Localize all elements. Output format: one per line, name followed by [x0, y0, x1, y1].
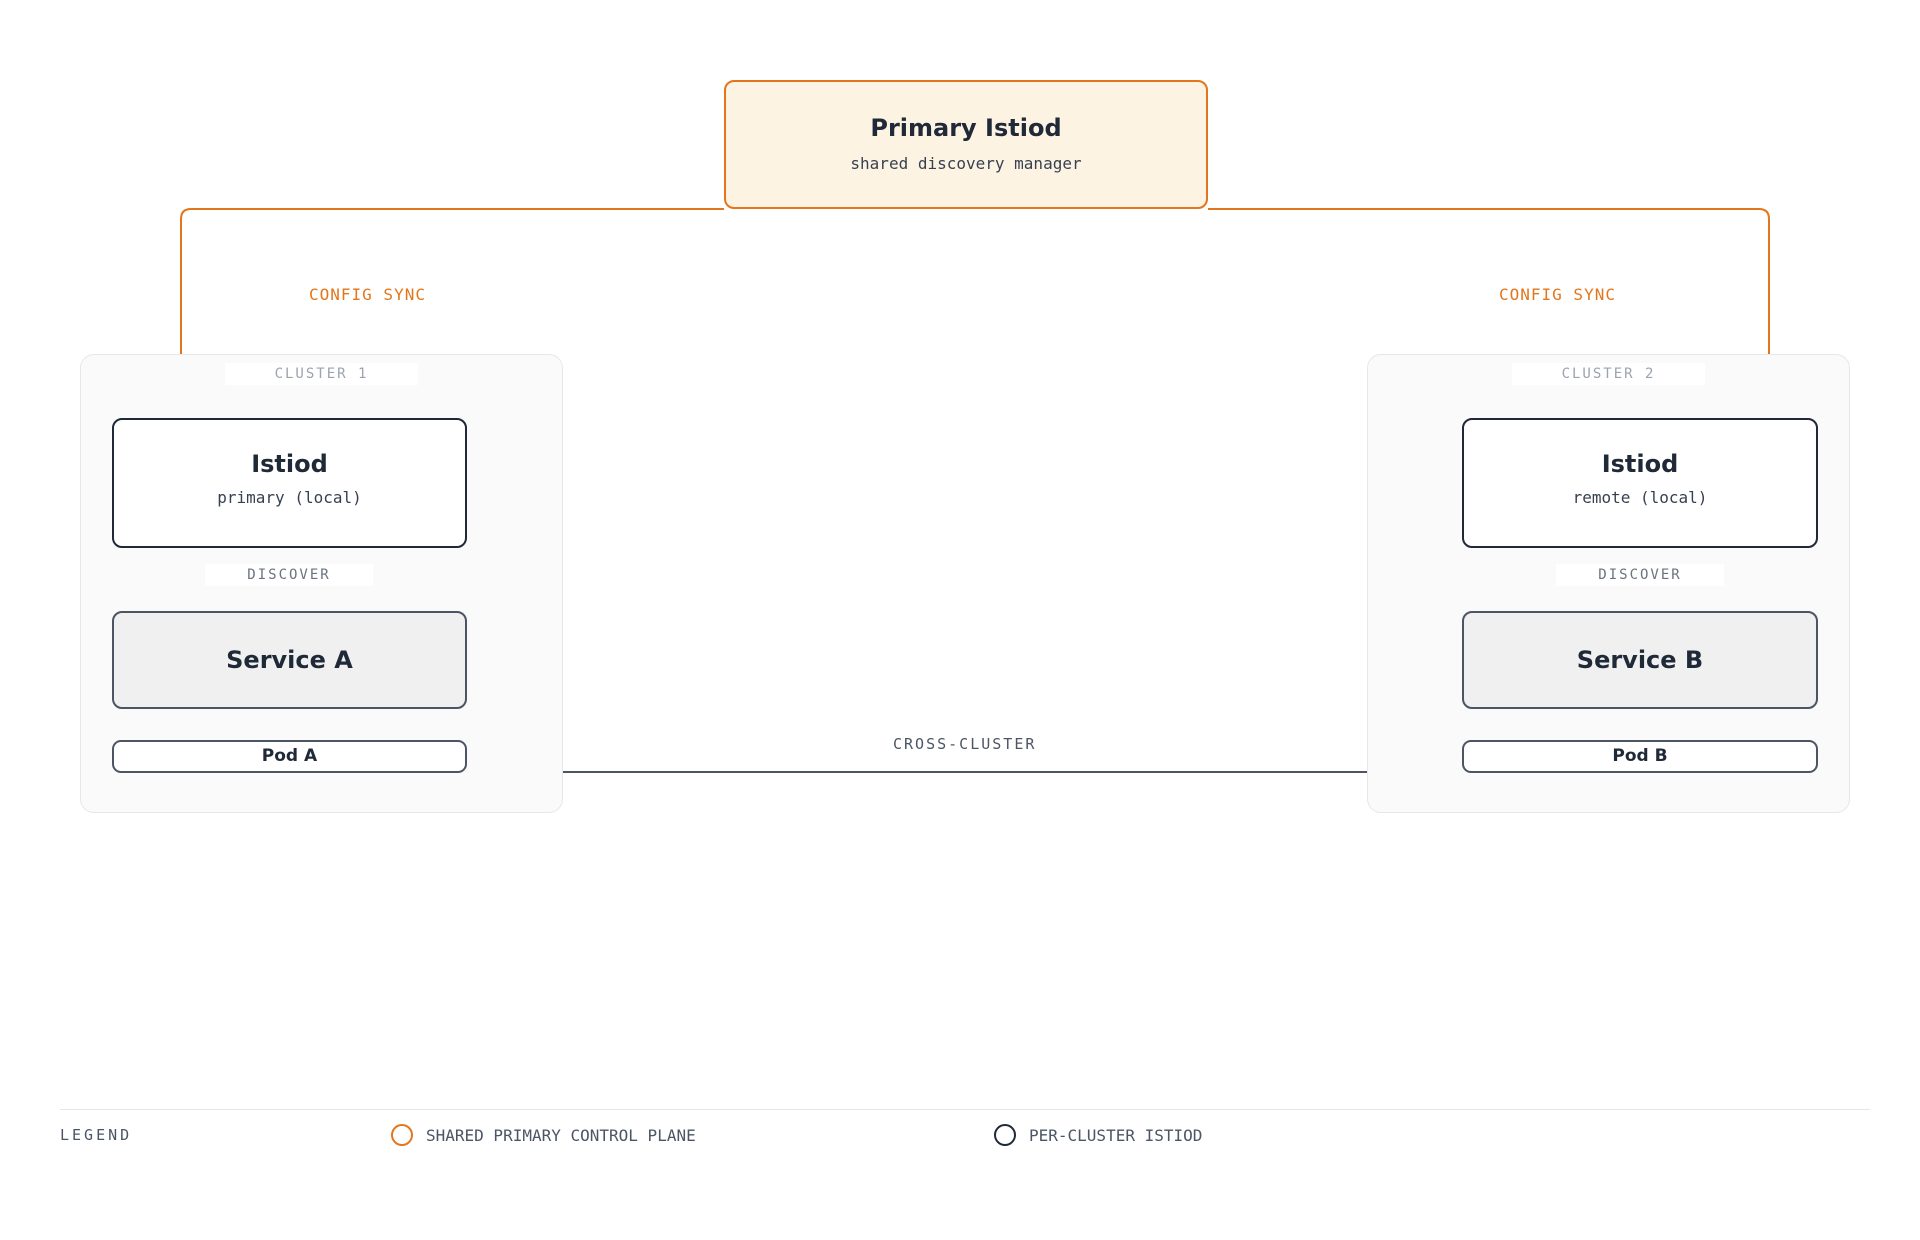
service-a-node[interactable]: Service A — [112, 611, 467, 709]
cluster-2-istiod-title: Istiod — [1601, 450, 1679, 478]
cluster-1-discover-label: DISCOVER — [205, 564, 373, 586]
primary-istiod-node[interactable]: Primary Istiod shared discovery manager — [724, 80, 1208, 209]
legend-divider — [60, 1109, 1870, 1110]
cluster-1-istiod-subtitle: primary (local) — [217, 488, 362, 507]
service-b-node[interactable]: Service B — [1462, 611, 1818, 709]
pod-a-node[interactable]: Pod A — [112, 740, 467, 773]
config-sync-label-left: CONFIG SYNC — [309, 285, 426, 304]
primary-istiod-title: Primary Istiod — [870, 114, 1062, 142]
legend-dark-circle-icon — [994, 1124, 1016, 1146]
cluster-1-istiod-node[interactable]: Istiod primary (local) — [112, 418, 467, 548]
cluster-2-discover-label: DISCOVER — [1556, 564, 1724, 586]
cluster-1-istiod-title: Istiod — [251, 450, 328, 478]
cluster-2-istiod-subtitle: remote (local) — [1572, 488, 1708, 507]
cluster-2-tag: CLUSTER 2 — [1512, 363, 1705, 385]
primary-istiod-subtitle: shared discovery manager — [850, 154, 1082, 173]
legend-title: LEGEND — [60, 1126, 133, 1144]
legend-item-per-cluster: PER-CLUSTER ISTIOD — [1029, 1126, 1203, 1145]
legend-item-shared-primary: SHARED PRIMARY CONTROL PLANE — [426, 1126, 696, 1145]
config-sync-label-right: CONFIG SYNC — [1499, 285, 1616, 304]
cluster-1-tag: CLUSTER 1 — [225, 363, 418, 385]
legend-orange-circle-icon — [391, 1124, 413, 1146]
cross-cluster-label: CROSS-CLUSTER — [893, 735, 1037, 753]
pod-b-node[interactable]: Pod B — [1462, 740, 1818, 773]
cluster-2-istiod-node[interactable]: Istiod remote (local) — [1462, 418, 1818, 548]
